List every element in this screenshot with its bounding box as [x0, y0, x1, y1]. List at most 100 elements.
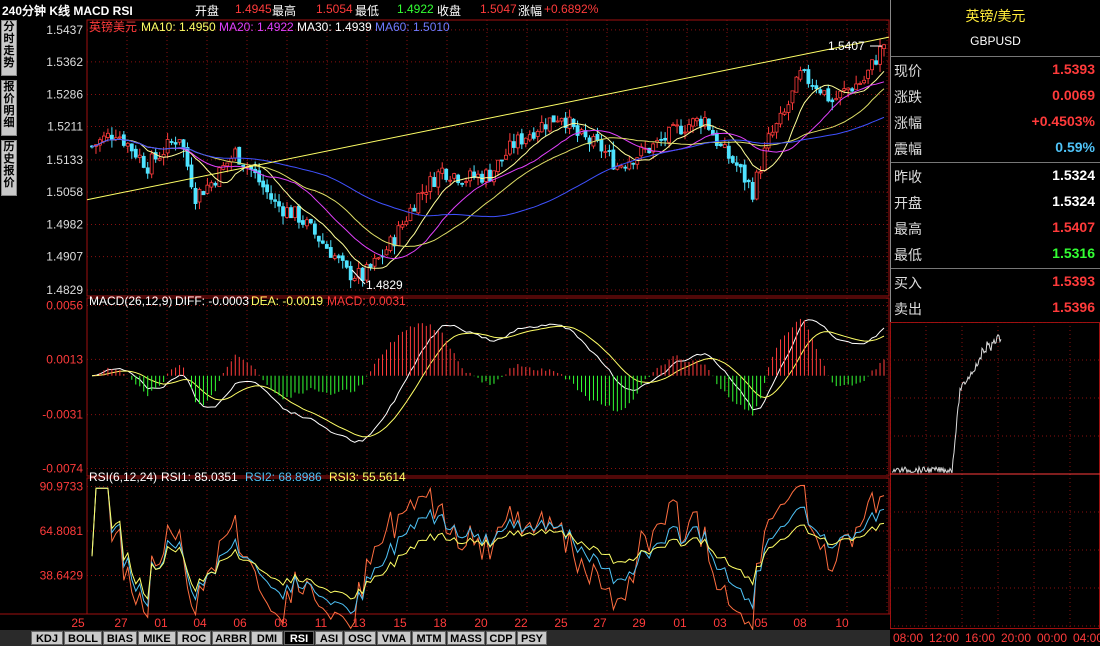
candle-body	[117, 136, 122, 139]
legend-text: RSI1: 85.0351	[161, 470, 238, 484]
quote-row: 买入 1.5393	[891, 270, 1100, 292]
tab-history[interactable]: 历史报价	[1, 140, 17, 196]
candle-body	[217, 167, 222, 188]
candle-body	[699, 118, 703, 127]
chart-canvas[interactable]: 1.5437 1.5362 1.5286 1.5211 1.5133 1.5058 1.49…	[0, 0, 890, 646]
quote-row: 最低 1.5316	[891, 242, 1100, 264]
legend-text: DEA: -0.0019	[251, 294, 323, 308]
candle-body	[281, 206, 285, 217]
indicator-tab-cdp[interactable]: CDP	[486, 631, 516, 645]
indicator-tab-boll[interactable]: BOLL	[64, 631, 102, 645]
candle-body	[448, 179, 453, 182]
candle-body	[882, 44, 886, 50]
quote-row-value: 1.5393	[1052, 61, 1095, 77]
candle-body	[722, 144, 727, 148]
candle-body	[667, 126, 671, 143]
mini-x-tick-label: 16:00	[965, 631, 995, 645]
candle-body	[846, 87, 851, 91]
indicator-tab-bias[interactable]: BIAS	[103, 631, 137, 645]
quote-row-label: 最低	[894, 247, 922, 263]
x-tick-label: 08	[274, 616, 288, 630]
candle-body	[523, 137, 528, 144]
candle-body	[531, 132, 536, 139]
tab-quote-detail[interactable]: 报价明细	[1, 80, 17, 136]
candle-body	[619, 165, 624, 168]
candle-body	[762, 147, 767, 172]
x-tick-label: 01	[154, 616, 168, 630]
min-price-label: 1.4829	[366, 278, 403, 292]
candle-body	[547, 117, 552, 132]
candle-body	[838, 90, 843, 99]
x-tick-label: 25	[554, 616, 568, 630]
indicator-tab-mike[interactable]: MIKE	[138, 631, 176, 645]
quote-row: 卖出 1.5396	[891, 296, 1100, 318]
candle-body	[511, 141, 516, 148]
quote-row-label: 现价	[894, 63, 922, 79]
candle-body	[444, 168, 449, 180]
candle-body	[149, 153, 154, 175]
candle-body	[408, 207, 413, 221]
quote-panel: 英镑/美元 GBPUSD 现价 1.5393 涨跌 0.0069 涨幅 +0.4503% 震…	[890, 0, 1100, 322]
legend-text: RSI3: 55.5614	[329, 470, 406, 484]
indicator-tab-asi[interactable]: ASI	[315, 631, 343, 645]
candle-body	[237, 146, 242, 165]
indicator-tab-vma[interactable]: VMA	[377, 631, 411, 645]
quote-row-label: 昨收	[894, 169, 922, 185]
tab-intraday-label: 分时走势	[3, 21, 15, 69]
candle-body	[611, 149, 616, 170]
candle-body	[265, 184, 270, 193]
candle-body	[794, 76, 799, 93]
candle-body	[225, 162, 230, 167]
quote-row: 震幅 0.59%	[891, 136, 1100, 158]
candle-body	[273, 199, 277, 202]
indicator-tab-rsi[interactable]: RSI	[284, 631, 314, 645]
candle-body	[201, 191, 206, 196]
rsi2-line	[91, 487, 885, 615]
candle-body	[858, 83, 863, 85]
candle-body	[372, 257, 377, 267]
macd-y-tick-label: -0.0031	[42, 408, 83, 422]
indicator-tab-mtm[interactable]: MTM	[412, 631, 446, 645]
candle-body	[213, 182, 218, 186]
indicator-tab-osc[interactable]: OSC	[344, 631, 376, 645]
divider	[891, 162, 1100, 163]
candle-body	[133, 148, 138, 158]
indicator-tab-mass[interactable]: MASS	[447, 631, 485, 645]
candle-body	[420, 191, 425, 194]
candle-body	[527, 134, 532, 141]
x-tick-label: 13	[352, 616, 366, 630]
candle-body	[193, 187, 198, 204]
intraday-mini-chart[interactable]: 08:00 12:00 16:00 20:00 00:00 04:00	[890, 322, 1100, 646]
candle-body	[384, 249, 389, 256]
x-tick-label: 29	[632, 616, 646, 630]
candle-body	[269, 193, 273, 200]
candle-body	[555, 120, 560, 123]
indicator-tab-roc[interactable]: ROC	[177, 631, 211, 645]
candle-body	[778, 112, 783, 125]
mini-x-tick-label: 12:00	[929, 631, 959, 645]
indicator-tab-dmi[interactable]: DMI	[251, 631, 283, 645]
indicator-tab-kdj[interactable]: KDJ	[31, 631, 63, 645]
candle-body	[396, 225, 401, 246]
indicator-tab-psy[interactable]: PSY	[517, 631, 547, 645]
x-tick-label: 11	[315, 616, 328, 630]
candle-body	[328, 247, 333, 258]
quote-row: 涨幅 +0.4503%	[891, 110, 1100, 132]
quote-row-value: 1.5324	[1052, 167, 1095, 183]
candle-body	[782, 111, 787, 115]
candle-body	[233, 148, 238, 159]
quote-row-value: 1.5396	[1052, 299, 1095, 315]
candle-body	[400, 224, 405, 228]
candle-body	[360, 267, 365, 281]
candle-body	[559, 117, 564, 122]
tab-intraday[interactable]: 分时走势	[1, 20, 17, 76]
quote-row-label: 涨跌	[894, 89, 922, 105]
candle-body	[340, 255, 345, 261]
indicator-tab-arbr[interactable]: ARBR	[212, 631, 250, 645]
divider	[891, 268, 1100, 269]
mini-x-tick-label: 04:00	[1073, 631, 1100, 645]
candle-body	[496, 159, 500, 172]
mini-border	[890, 322, 1100, 629]
max-price-label: 1.5407	[828, 39, 865, 53]
candle-body	[810, 85, 815, 87]
